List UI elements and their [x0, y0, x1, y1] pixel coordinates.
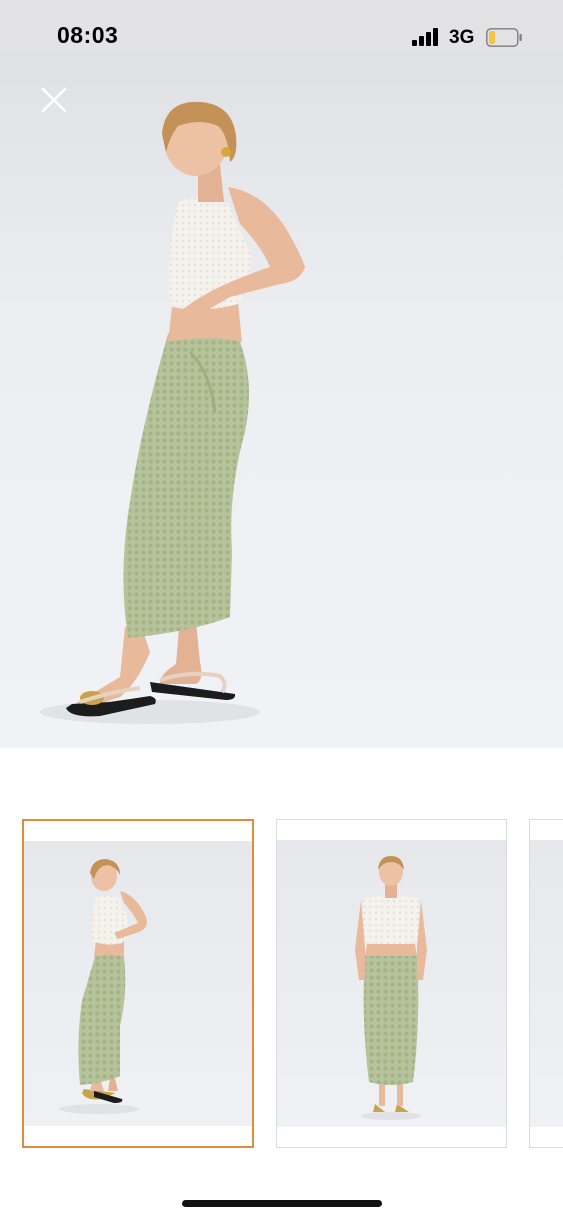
network-type: 3G: [449, 27, 475, 48]
thumbnail-side-view[interactable]: [22, 819, 254, 1148]
status-time: 08:03: [57, 22, 119, 48]
home-indicator: [182, 1200, 382, 1207]
main-product-image[interactable]: [0, 52, 563, 748]
close-icon[interactable]: [38, 84, 70, 116]
product-image-viewer: 08:03 3G: [0, 0, 563, 1219]
thumbnail-image-front: [355, 856, 427, 1120]
status-bar: 08:03 3G: [0, 0, 563, 52]
thumbnail-front-view[interactable]: [276, 819, 507, 1148]
model-side-view-photo: [40, 101, 305, 724]
signal-icon: [412, 28, 440, 46]
thumbnail-image-side: [59, 859, 147, 1114]
thumbnail-strip: [0, 819, 563, 1149]
battery-icon: [486, 28, 522, 47]
thumbnail-partial[interactable]: [529, 819, 563, 1148]
